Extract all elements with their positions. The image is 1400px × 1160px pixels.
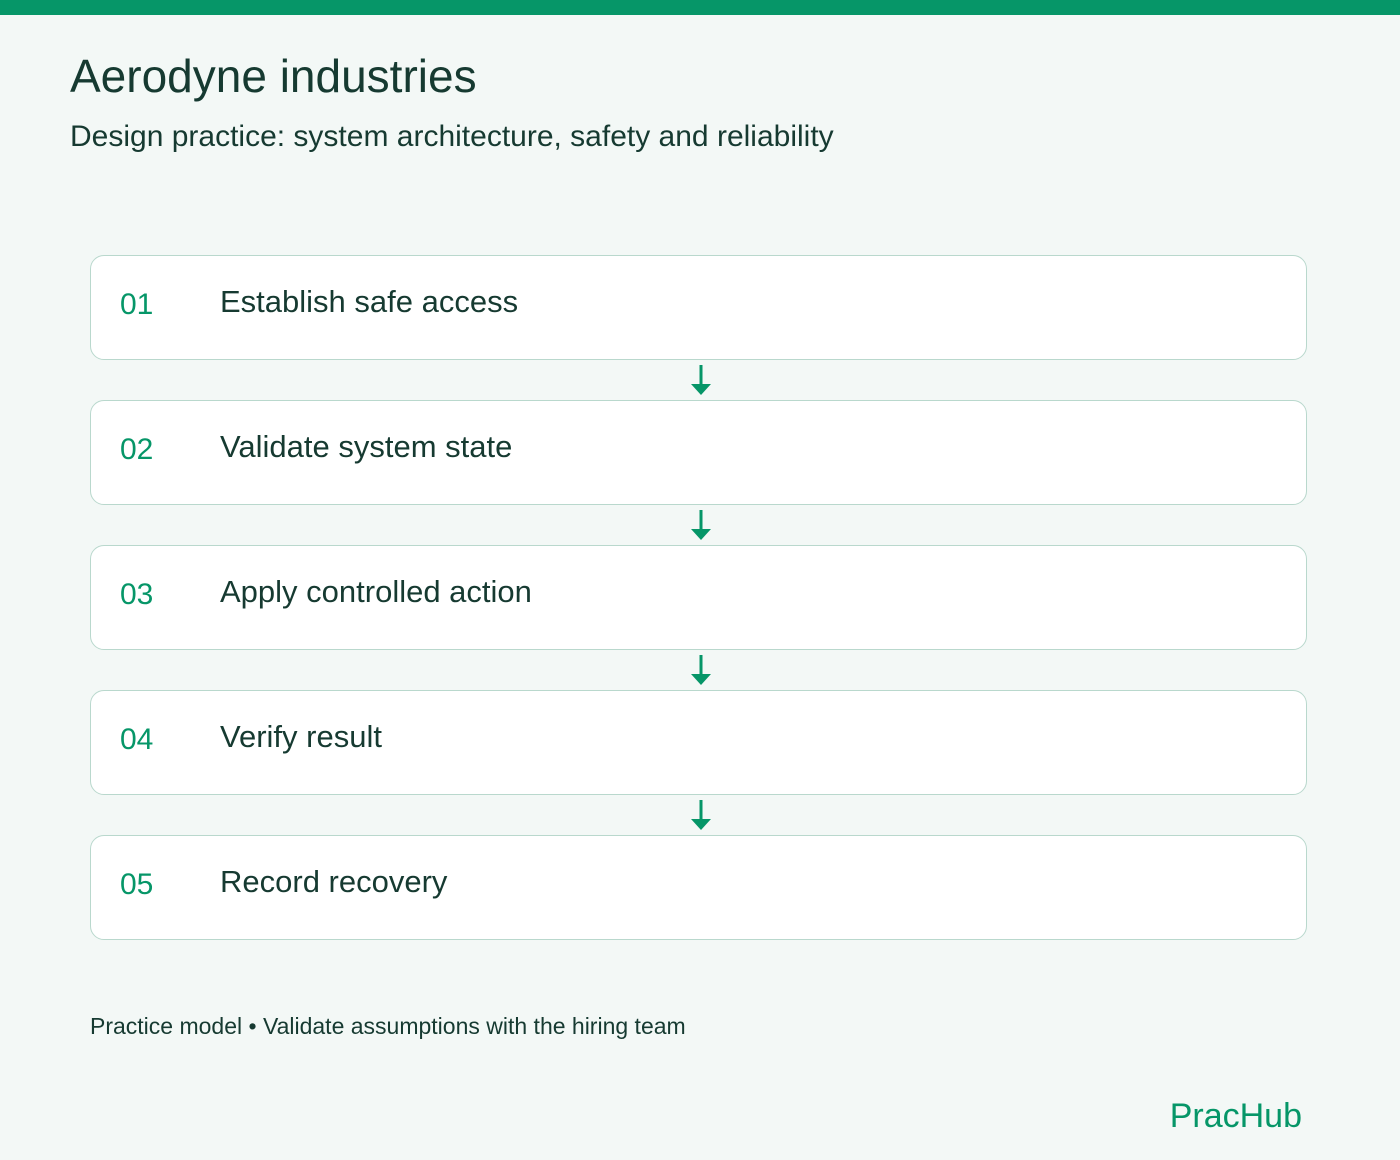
arrow-down-icon <box>691 365 711 395</box>
brand-logo: PracHub <box>1169 1097 1302 1135</box>
step-card-5: 05 Record recovery <box>90 835 1307 940</box>
step-card-1: 01 Establish safe access <box>90 255 1307 360</box>
step-number: 02 <box>120 433 154 466</box>
step-number: 01 <box>120 288 154 321</box>
footnote: Practice model • Validate assumptions wi… <box>90 1013 686 1039</box>
step-label: Establish safe access <box>220 284 519 319</box>
step-number: 03 <box>120 578 154 611</box>
step-number: 05 <box>120 868 154 901</box>
step-card-3: 03 Apply controlled action <box>90 545 1307 650</box>
arrow-down-icon <box>691 510 711 540</box>
step-card-4: 04 Verify result <box>90 690 1307 795</box>
page-subtitle: Design practice: system architecture, sa… <box>70 120 834 153</box>
arrow-down-icon <box>691 800 711 830</box>
arrow-down-icon <box>691 655 711 685</box>
top-accent-bar <box>0 0 1400 15</box>
step-number: 04 <box>120 723 154 756</box>
step-label: Verify result <box>220 719 382 754</box>
step-label: Apply controlled action <box>220 574 532 609</box>
step-label: Record recovery <box>220 864 448 899</box>
step-card-2: 02 Validate system state <box>90 400 1307 505</box>
page-title: Aerodyne industries <box>70 50 477 102</box>
step-label: Validate system state <box>220 429 513 464</box>
